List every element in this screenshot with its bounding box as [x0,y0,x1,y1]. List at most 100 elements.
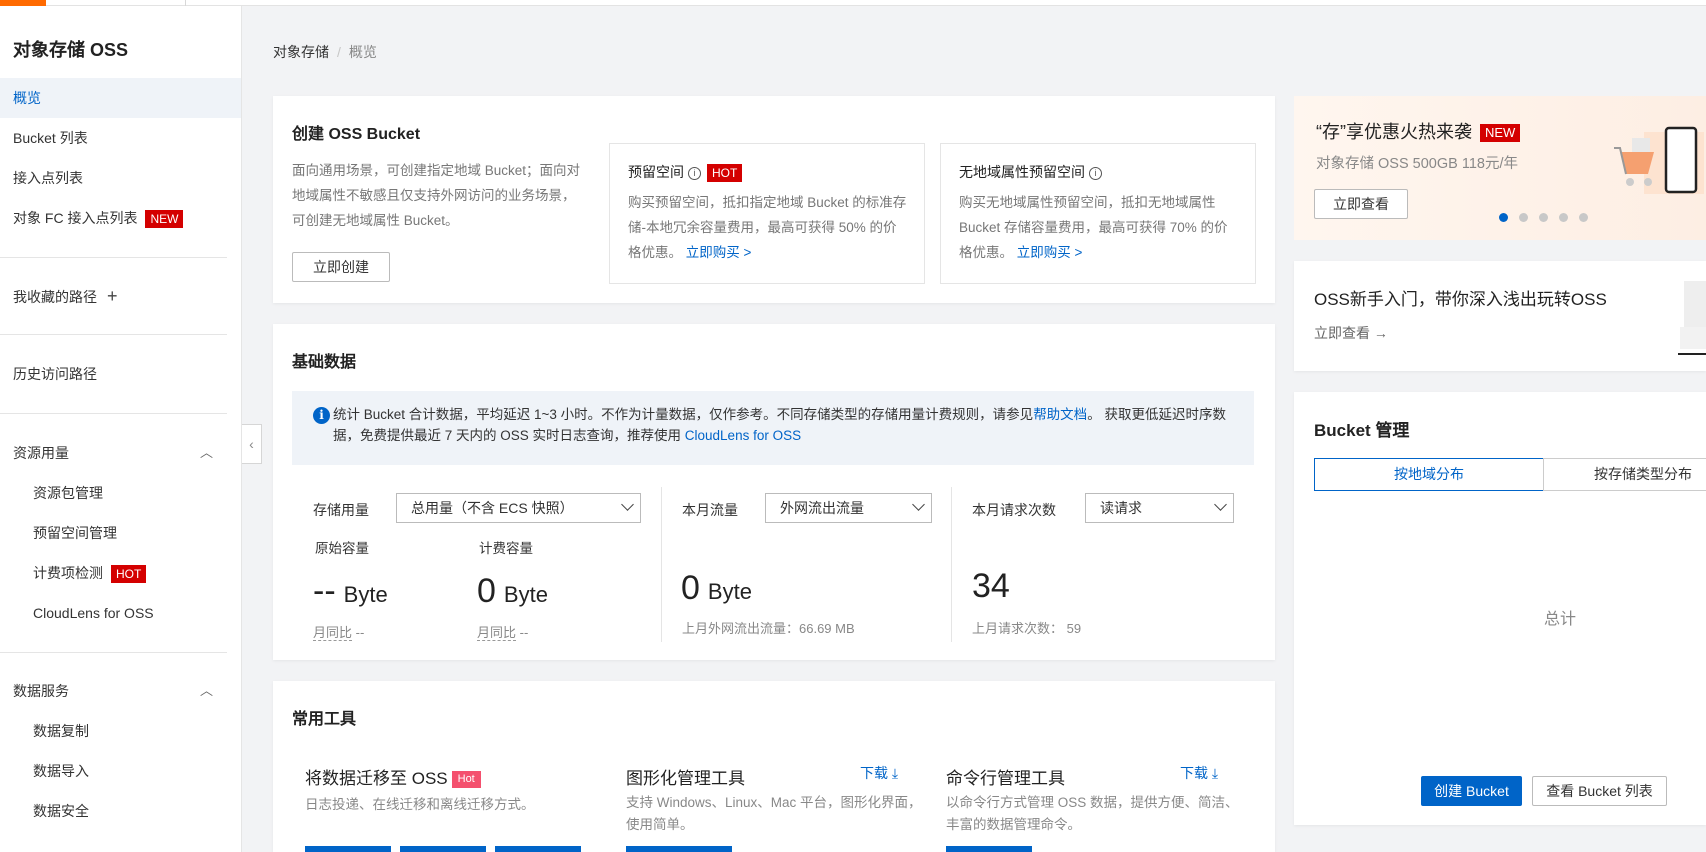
info-icon[interactable]: i [688,166,701,180]
view-bucket-list-button[interactable]: 查看 Bucket 列表 [1532,776,1667,806]
sidebar-item-label: 数据复制 [33,723,89,739]
breadcrumb-root[interactable]: 对象存储 [273,44,329,60]
new-badge: NEW [145,210,184,229]
mom-label[interactable]: 月同比 [477,625,517,641]
sidebar-item-label: 对象 FC 接入点列表 [13,210,138,226]
raw-capacity-label: 原始容量 [315,541,369,556]
reserved-space-title: 预留空间 i HOT [628,162,743,183]
carousel-dot[interactable] [1579,213,1588,222]
migrate-option-button[interactable] [400,846,486,852]
billed-capacity-number: 0 [477,572,496,610]
sidebar-item-history[interactable]: 历史访问路径 [0,354,241,394]
basic-data-card: 基础数据 [273,324,1275,660]
promo-subtitle: 对象存储 OSS 500GB 118元/年 [1316,156,1518,172]
sidebar-item-overview[interactable]: 概览 [0,78,241,118]
create-now-button[interactable]: 立即创建 [292,252,390,282]
cloudlens-link[interactable]: CloudLens for OSS [685,428,801,443]
billed-capacity-label: 计费容量 [479,541,533,556]
sidebar-item-data-replication[interactable]: 数据复制 [0,711,241,751]
sidebar-item-label: 数据安全 [33,803,89,819]
download-icon: ⤓ [1211,765,1219,781]
download-label: 下载 [860,765,888,781]
sidebar-item-access-points[interactable]: 接入点列表 [0,158,241,198]
migrate-title-text: 将数据迁移至 OSS [305,769,448,788]
carousel-dot[interactable] [1559,213,1568,222]
column-divider [951,487,952,642]
reserved-space-description: 购买预留空间，抵扣指定地域 Bucket 的标准存储-本地冗余容量费用，最高可获… [628,190,910,265]
hot-badge: HOT [111,565,147,584]
download-icon: ⤓ [891,765,899,781]
sidebar-item-cloudlens[interactable]: CloudLens for OSS [0,593,241,633]
carousel-dot[interactable] [1539,213,1548,222]
create-bucket-button[interactable]: 创建 Bucket [1421,776,1522,806]
sidebar: 对象存储 OSS 概览 Bucket 列表 接入点列表 对象 FC 接入点列表 N… [0,6,242,852]
hot-badge: HOT [707,164,743,183]
mom-label[interactable]: 月同比 [313,625,353,641]
sidebar-item-fc-access-points[interactable]: 对象 FC 接入点列表 NEW [0,198,241,238]
sidebar-group-data-services[interactable]: 数据服务 ︿ [0,671,241,711]
gui-action-button[interactable] [626,846,732,852]
help-doc-link[interactable]: 帮助文档 [1033,407,1087,422]
arrow-right-icon: → [1373,325,1388,341]
sidebar-group-resource-usage[interactable]: 资源用量 ︿ [0,433,241,473]
getting-started-title: OSS新手入门，带你深入浅出玩转OSS [1314,290,1607,309]
mom-value: -- [519,625,529,640]
cli-download-link[interactable]: 下载 ⤓ [1180,763,1218,783]
sidebar-item-package-management[interactable]: 资源包管理 [0,473,241,513]
sidebar-item-favorites[interactable]: 我收藏的路径 + [0,276,241,316]
migrate-tool-title[interactable]: 将数据迁移至 OSS Hot [305,764,481,789]
cli-tool-description: 以命令行方式管理 OSS 数据，提供方便、简洁、丰富的数据管理命令。 [946,795,1239,832]
reserved-space-desc-text: 购买预留空间，抵扣指定地域 Bucket 的标准存储-本地冗余容量费用，最高可获… [628,195,907,260]
tab-by-region[interactable]: 按地域分布 [1314,458,1544,491]
reserved-space-label: 预留空间 [628,164,684,180]
getting-started-link[interactable]: 立即查看 → [1314,323,1388,343]
traffic-select-value: 外网流出流量 [780,500,864,516]
requests-select[interactable]: 读请求 [1085,493,1234,523]
sidebar-item-bucket-list[interactable]: Bucket 列表 [0,118,241,158]
sidebar-collapse-button[interactable]: ‹ [242,424,262,464]
promo-view-button[interactable]: 立即查看 [1314,189,1408,219]
sidebar-group-label: 资源用量 [13,445,69,461]
sidebar-item-reserved-space[interactable]: 预留空间管理 [0,513,241,553]
last-month-requests: 上月请求次数： 59 [972,618,1081,637]
requests-label: 本月请求次数 [972,502,1056,518]
bucket-distribution-tabs: 按地域分布 按存储类型分布 [1314,458,1706,491]
gui-download-link[interactable]: 下载 ⤓ [860,763,898,783]
carousel-dot[interactable] [1519,213,1528,222]
breadcrumb: 对象存储 / 概览 [273,42,377,62]
last-month-requests-value: 59 [1066,621,1082,636]
migrate-option-button[interactable] [495,846,581,852]
hot-badge: Hot [451,771,481,789]
carousel-dot[interactable] [1499,213,1508,222]
buy-no-region-link[interactable]: 立即购买 > [1017,245,1083,260]
sidebar-item-data-security[interactable]: 数据安全 [0,791,241,831]
traffic-value: 0 Byte [681,569,752,608]
info-notice: i 统计 Bucket 合计数据，平均延迟 1~3 小时。不作为计量数据，仅作参… [292,391,1254,465]
chevron-down-icon [1214,498,1227,511]
gui-tool-description: 支持 Windows、Linux、Mac 平台，图形化界面，使用简单。 [626,795,922,832]
getting-started-card[interactable]: OSS新手入门，带你深入浅出玩转OSS 立即查看 → [1294,261,1706,371]
promo-banner[interactable]: “存”享优惠火热来袭 NEW 对象存储 OSS 500GB 118元/年 立即查看 [1294,96,1706,240]
raw-mom: 月同比 -- [313,622,364,641]
migrate-option-button[interactable] [305,846,391,852]
chevron-up-icon: ︿ [199,683,213,698]
last-month-requests-label: 上月请求次数： [972,621,1064,636]
mom-value: -- [355,625,365,640]
tools-title: 常用工具 [292,711,357,728]
sidebar-item-data-import[interactable]: 数据导入 [0,751,241,791]
sidebar-item-billing-check[interactable]: 计费项检测 HOT [0,553,241,593]
storage-select-value: 总用量（不含 ECS 快照） [411,500,574,516]
breadcrumb-current: 概览 [348,44,377,60]
info-icon[interactable]: i [1089,166,1102,180]
buy-reserved-link[interactable]: 立即购买 > [686,245,752,260]
cli-action-button[interactable] [946,846,1032,852]
breadcrumb-separator: / [337,44,341,60]
add-favorite-icon[interactable]: + [107,286,118,306]
getting-started-link-text: 立即查看 [1314,325,1370,341]
traffic-number: 0 [681,569,700,607]
no-region-reserved-description: 购买无地域属性预留空间，抵扣无地域属性 Bucket 存储容量费用，最高可获得 … [959,190,1241,265]
storage-usage-select[interactable]: 总用量（不含 ECS 快照） [396,493,641,523]
billed-capacity-unit: Byte [503,582,548,607]
traffic-select[interactable]: 外网流出流量 [765,493,932,523]
tab-by-storage-type[interactable]: 按存储类型分布 [1543,458,1706,491]
